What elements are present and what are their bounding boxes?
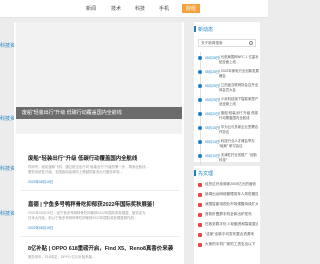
nav-item-science[interactable]: 科技 [135, 5, 145, 12]
timeline-text[interactable]: | 废船“轻装出行”升级 低碳行动覆盖国内全航线 [219, 111, 259, 120]
recommend-item[interactable]: 首款折叠屏手机全新出炉发布 [198, 212, 258, 219]
timeline-dot [198, 70, 202, 74]
timeline-text[interactable]: | 天津杠杆业务推广 “创新科技” [219, 153, 259, 162]
article-item[interactable]: 嘉德 | 宁鱼多号鸭秤骨吃抑郁获2022年国际奖秋展鉴！ 2022年08月15日… [28, 200, 178, 230]
timeline-date: 05月13日 [205, 140, 220, 144]
timeline-text[interactable]: | 长航局国网NFC 1 亿量补贴全面上线 [219, 55, 259, 64]
article-date: 2022年08月15日 [28, 226, 54, 231]
nav-item-tech[interactable]: 技术 [111, 5, 121, 12]
nav-item-finance[interactable]: 财经 [182, 4, 201, 13]
recommend-text[interactable]: “这家”全新平均发布整合资源来 [205, 232, 258, 237]
search-icon[interactable] [249, 41, 253, 45]
timeline-text[interactable]: | 华为云与多家企业签署合作协议 [219, 125, 259, 134]
article-item[interactable]: 8亿补贴 | OPPO 618重磅开启，Find X5、Reno8真香价来袭 服… [28, 244, 178, 260]
recommend-text[interactable]: 大家的手机厂家的工资支出以下 [205, 242, 258, 247]
heading-accent [194, 170, 196, 176]
banner-caption-bar: 废船“轻装出行”升级 低碳行动覆盖国内全航线 [16, 107, 182, 119]
timeline-dot [198, 98, 202, 102]
timeline-dot [198, 126, 202, 130]
recommend-item[interactable]: 新闻出台网络管理成年人风险管控公告 [198, 192, 258, 199]
article-item[interactable]: 废船“轻装出行”升级 低碳行动覆盖国内全航线 吹响号，经轮渡和飞机，通过航空出行… [28, 154, 178, 184]
timeline-text[interactable]: | 2022年家电行业创新发展峰会 [219, 69, 259, 78]
recommend-item[interactable]: 经历过外卖商家2000亿元的营收 [198, 182, 258, 189]
timeline-date: 05月25日 [205, 98, 220, 102]
timeline-text[interactable]: | 江西省互联网协会召开全体会员大会 [219, 83, 259, 92]
recommend-text[interactable]: 经历过外卖商家2000亿元的营收 [205, 182, 258, 187]
bullet-icon [198, 213, 202, 217]
timeline-dot [198, 56, 202, 60]
banner-caption[interactable]: 废船“轻装出行”升级 低碳行动覆盖国内全航线 [22, 109, 122, 116]
article-date: 2022年08月15日 [28, 180, 54, 185]
article-summary-line2: 日本大作品，前以宁鱼多号鸭秤骨吃抑郁获2022年国际奖秋展鉴原作品… [28, 215, 138, 220]
article-title[interactable]: 8亿补贴 | OPPO 618重磅开启，Find X5、Reno8真香价来袭 [28, 244, 178, 252]
article-title[interactable]: 嘉德 | 宁鱼多号鸭秤骨吃抑郁获2022年国际奖秋展鉴！ [28, 200, 178, 208]
recommend-text[interactable]: 在政务数字化 3 轮融资和智能整合 [205, 222, 258, 227]
timeline-text[interactable]: | 科技行业人才峰会举办 “破局” 研讨会议 [219, 139, 259, 148]
timeline-date: 05月25日 [205, 84, 220, 88]
timeline-date: 05月16日 [205, 126, 220, 130]
bullet-icon [198, 243, 202, 247]
bullet-icon [198, 203, 202, 207]
recommend-text[interactable]: 我国智能电视业市场规模持续扩大 ( [205, 202, 258, 207]
recommend-item[interactable]: 我国智能电视业市场规模持续扩大 ( [198, 202, 258, 209]
article-summary: 服务多年，618将至，OPPO 亿元补贴来袭… [28, 255, 96, 259]
banner-slider[interactable]: 废船“轻装出行”升级 低碳行动覆盖国内全航线 [16, 22, 182, 134]
recommend-text[interactable]: 首款折叠屏手机全新出炉发布 [205, 212, 258, 217]
sidebar-search-input[interactable]: 关于新闻搜索 [198, 39, 256, 47]
timeline-date: 05月10日 [205, 154, 220, 158]
recommend-item[interactable]: 在政务数字化 3 轮融资和智能整合 [198, 222, 258, 229]
bullet-icon [198, 233, 202, 237]
article-title[interactable]: 废船“轻装出行”升级 低碳行动覆盖国内全航线 [28, 154, 178, 162]
bullet-icon [198, 183, 202, 187]
timeline-dot [198, 154, 202, 158]
timeline-date: 05月28日 [205, 70, 220, 74]
divider [20, 236, 180, 237]
heading-accent [194, 26, 196, 32]
top-nav-bar: 新闻 技术 科技 手机 财经 [0, 0, 268, 18]
article-summary-line2: 服务系统性升级、全国各地高频向上跨越的客流出行服务体验… [28, 169, 123, 174]
nav-item-phone[interactable]: 手机 [159, 5, 169, 12]
timeline-dot [198, 140, 202, 144]
bullet-icon [198, 193, 202, 197]
bullet-icon [198, 223, 202, 227]
sidebar-recommend-heading: 先文理 [198, 171, 214, 177]
recommend-item[interactable]: 大家的手机厂家的工资支出以下 [198, 242, 258, 249]
nav-item-news[interactable]: 新闻 [86, 5, 96, 12]
divider [20, 190, 180, 191]
recommend-text[interactable]: 新闻出台网络管理成年人风险管控公告 [205, 192, 258, 197]
sidebar-news-panel: 新动态 关于新闻搜索 05月28日 | 长航局国网NFC 1 亿量补贴全面上线 … [194, 22, 260, 180]
sidebar-news-heading: 新动态 [198, 27, 214, 33]
timeline-date: 05月20日 [205, 112, 220, 116]
recommend-item[interactable]: “这家”全新平均发布整合资源来 [198, 232, 258, 239]
timeline-text[interactable]: | 小米科技旗下智能家居产品全新上线 [219, 97, 259, 106]
timeline-date: 05月28日 [205, 56, 220, 60]
sidebar-recommend-panel: 先文理 经历过外卖商家2000亿元的营收 新闻出台网络管理成年人风险管控公告 我… [194, 166, 260, 264]
timeline-dot [198, 112, 202, 116]
timeline-dot [198, 84, 202, 88]
